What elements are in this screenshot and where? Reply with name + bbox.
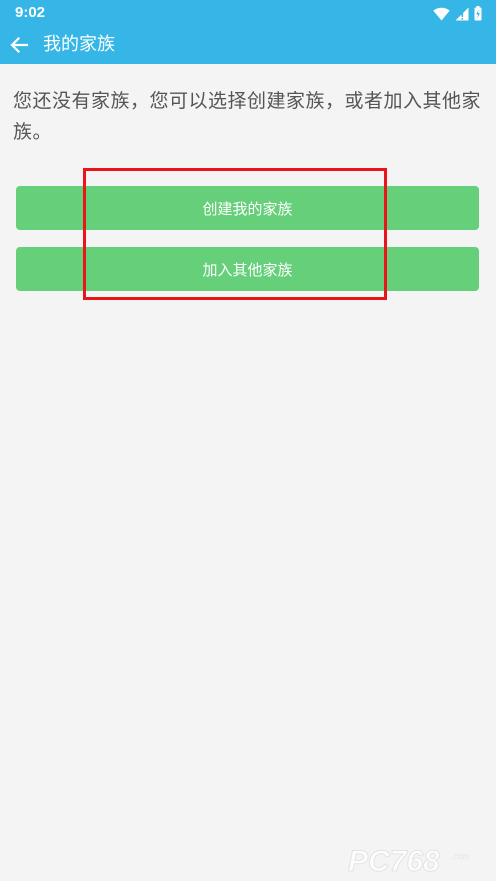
battery-icon — [474, 6, 482, 21]
arrow-left-icon — [10, 36, 29, 54]
status-time: 9:02 — [15, 4, 46, 21]
create-family-button[interactable]: 创建我的家族 — [16, 186, 479, 230]
watermark-logo: PC768 .com — [348, 843, 488, 878]
wifi-icon — [433, 7, 450, 20]
join-family-button[interactable]: 加入其他家族 — [16, 247, 479, 291]
svg-text:.com: .com — [452, 852, 470, 861]
svg-text:PC768: PC768 — [348, 845, 440, 877]
empty-state-message: 您还没有家族，您可以选择创建家族，或者加入其他家族。 — [13, 90, 482, 143]
signal-icon — [455, 7, 469, 20]
status-bar: 9:02 — [0, 0, 496, 27]
back-button[interactable] — [6, 32, 32, 58]
page-title: 我的家族 — [43, 34, 115, 55]
status-icons — [433, 5, 482, 22]
app-bar: 我的家族 — [0, 27, 496, 64]
screen: 9:02 我的家族 您还没有家族，您可以选择创建家族，或者加入其他家族。 创建我… — [0, 0, 496, 881]
